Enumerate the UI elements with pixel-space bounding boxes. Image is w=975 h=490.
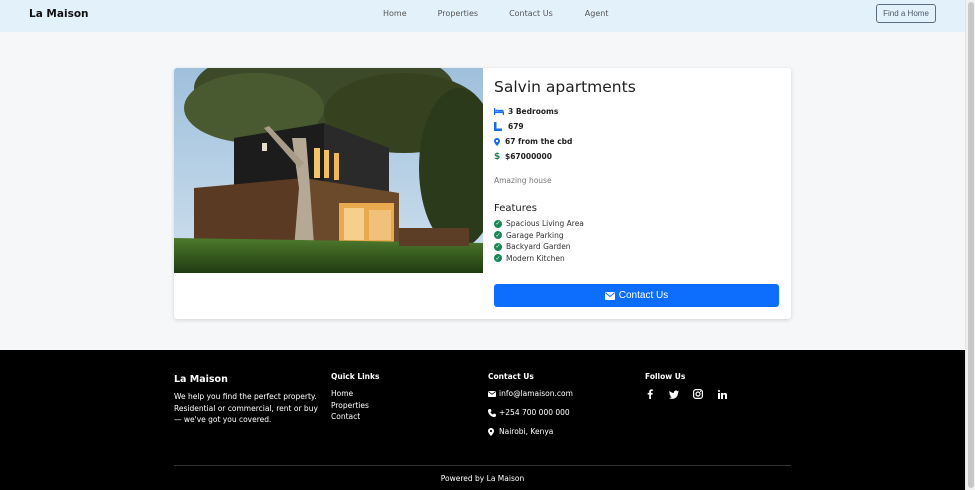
- property-photo: [174, 68, 483, 273]
- footer-link-contact[interactable]: Contact: [331, 411, 379, 423]
- features-heading: Features: [494, 203, 537, 214]
- location-value: 67 from the cbd: [505, 137, 573, 146]
- envelope-icon: [488, 390, 499, 397]
- footer-link-home[interactable]: Home: [331, 388, 379, 400]
- nav-link-agent[interactable]: Agent: [585, 9, 609, 18]
- contact-heading: Contact Us: [488, 372, 534, 381]
- price-row: $ $67000000: [494, 149, 784, 164]
- check-circle-icon: ✓: [494, 231, 502, 240]
- nav-links: Home Properties Contact Us Agent: [383, 9, 639, 18]
- feature-item: ✓ Modern Kitchen: [494, 253, 784, 265]
- footer-about: La Maison We help you find the perfect p…: [174, 372, 324, 426]
- scrollbar-thumb[interactable]: [968, 2, 974, 488]
- property-title: Salvin apartments: [494, 78, 636, 96]
- feature-label: Garage Parking: [506, 230, 564, 240]
- feature-item: ✓ Garage Parking: [494, 230, 784, 242]
- feature-label: Backyard Garden: [506, 242, 571, 252]
- linkedin-icon[interactable]: [717, 389, 727, 399]
- feature-item: ✓ Spacious Living Area: [494, 218, 784, 230]
- dollar-icon: $: [494, 151, 501, 162]
- footer-address: Nairobi, Kenya: [488, 422, 573, 441]
- phone-text: +254 700 000 000: [499, 408, 570, 417]
- map-pin-icon: [488, 427, 499, 436]
- footer-email[interactable]: info@lamaison.com: [488, 384, 573, 403]
- instagram-icon[interactable]: [693, 389, 703, 399]
- check-circle-icon: ✓: [494, 254, 502, 263]
- property-info: Salvin apartments 3 Bedrooms 679 67 from…: [494, 78, 784, 264]
- footer: La Maison We help you find the perfect p…: [0, 350, 965, 490]
- follow-heading: Follow Us: [645, 372, 686, 381]
- nav-link-properties[interactable]: Properties: [438, 9, 478, 18]
- check-circle-icon: ✓: [494, 242, 502, 251]
- ruler-icon: [494, 122, 506, 131]
- property-description: Amazing house: [494, 176, 552, 185]
- property-card: Salvin apartments 3 Bedrooms 679 67 from…: [174, 68, 791, 319]
- footer-phone[interactable]: +254 700 000 000: [488, 403, 573, 422]
- feature-item: ✓ Backyard Garden: [494, 241, 784, 253]
- area-value: 679: [508, 122, 524, 131]
- area-row: 679: [494, 119, 784, 134]
- brand-logo[interactable]: La Maison: [29, 8, 89, 20]
- social-links: [645, 389, 727, 399]
- scrollbar[interactable]: [965, 0, 975, 490]
- facebook-icon[interactable]: [645, 389, 655, 399]
- bed-icon: [494, 108, 506, 115]
- nav-link-contact[interactable]: Contact Us: [509, 9, 553, 18]
- feature-label: Spacious Living Area: [506, 219, 584, 229]
- footer-link-properties[interactable]: Properties: [331, 400, 379, 412]
- nav-link-home[interactable]: Home: [383, 9, 407, 18]
- footer-brand: La Maison: [174, 374, 228, 385]
- footer-quick-links: Quick Links Home Properties Contact: [331, 372, 379, 423]
- phone-icon: [488, 408, 499, 417]
- find-home-button[interactable]: Find a Home: [876, 4, 936, 23]
- powered-by: Powered by La Maison: [440, 474, 525, 483]
- footer-follow: Follow Us: [645, 372, 727, 399]
- envelope-icon: [604, 291, 615, 300]
- check-circle-icon: ✓: [494, 219, 502, 228]
- footer-blurb: We help you find the perfect property. R…: [174, 392, 318, 424]
- twitter-icon[interactable]: [669, 389, 679, 399]
- map-pin-icon: [494, 137, 503, 146]
- email-text: info@lamaison.com: [499, 389, 573, 398]
- footer-contact: Contact Us info@lamaison.com +254 700 00…: [488, 372, 573, 441]
- bedrooms-value: 3 Bedrooms: [508, 107, 559, 116]
- location-row: 67 from the cbd: [494, 134, 784, 149]
- feature-label: Modern Kitchen: [506, 253, 565, 263]
- bedrooms-row: 3 Bedrooms: [494, 104, 784, 119]
- contact-us-button[interactable]: Contact Us: [494, 284, 779, 307]
- footer-divider: [174, 465, 791, 466]
- contact-us-label: Contact Us: [618, 290, 669, 301]
- navbar: La Maison Home Properties Contact Us Age…: [0, 0, 965, 32]
- quick-links-heading: Quick Links: [331, 372, 380, 381]
- address-text: Nairobi, Kenya: [499, 427, 554, 436]
- price-value: $67000000: [505, 152, 552, 161]
